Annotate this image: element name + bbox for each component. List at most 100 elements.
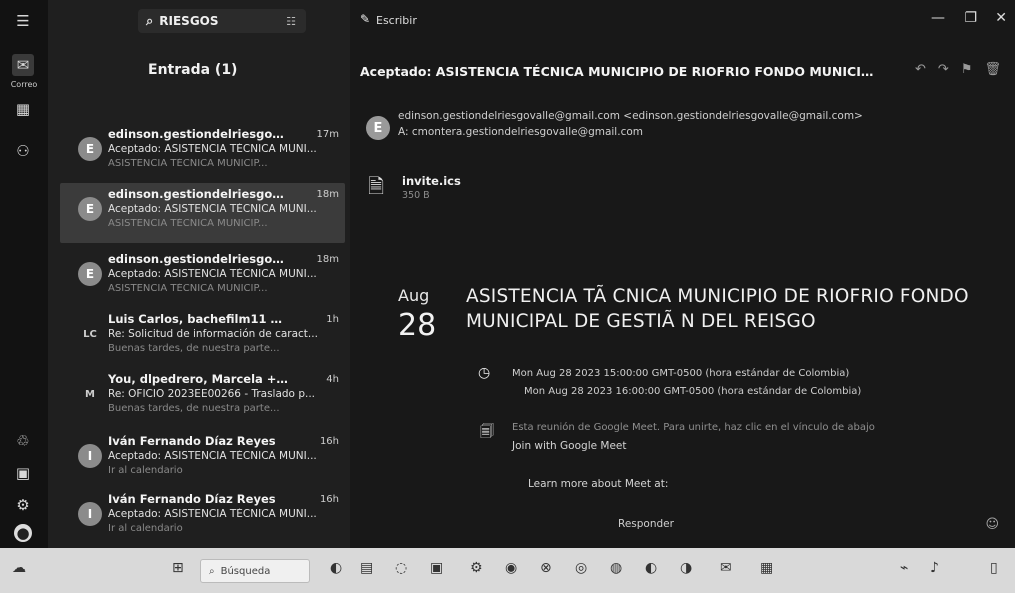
reading-pane: ✎ Escribir — ❐ ✕ Aceptado: ASISTENCIA TÉ… <box>350 0 1015 548</box>
list-item[interactable]: E edinson.gestiondelriesgovalle... 17m A… <box>60 123 345 183</box>
list-item[interactable]: I Iván Fernando Díaz Reyes 16h Aceptado:… <box>60 430 345 490</box>
mail-icon[interactable]: ✉ <box>12 54 34 76</box>
attachment-name: invite.ics <box>402 174 461 188</box>
item-time: 16h <box>319 436 339 447</box>
item-time: 17m <box>316 129 339 140</box>
learn-more-link[interactable]: Learn more about Meet at: <box>528 478 668 490</box>
mail-window: ☰ ✉ Correo ▦ ⚇ ♲ ▣ ⚙ ● ⌕ RIESGOS ☷ Entra… <box>0 0 1015 548</box>
item-subject: Aceptado: ASISTENCIA TÉCNICA MUNI... <box>108 450 317 462</box>
list-item[interactable]: LC Luis Carlos, bachefilm11 + 6 1h Re: S… <box>60 308 345 368</box>
edge-icon[interactable]: ◍ <box>610 560 622 576</box>
attachment-size: 350 B <box>402 190 430 201</box>
search-input[interactable]: RIESGOS <box>159 14 218 28</box>
from-line: edinson.gestiondelriesgovalle@gmail.com … <box>398 110 863 122</box>
calendar-icon[interactable]: ▦ <box>12 98 34 120</box>
compose-icon[interactable]: ✎ <box>360 12 370 26</box>
browser-icon[interactable]: ◉ <box>505 560 517 576</box>
chrome-icon[interactable]: ⊗ <box>540 560 552 576</box>
calendar-month: Aug <box>398 286 430 305</box>
sender-avatar: E <box>78 262 102 286</box>
list-item[interactable]: I Iván Fernando Díaz Reyes 16h Aceptado:… <box>60 488 345 548</box>
volume-icon[interactable]: ♪ <box>930 560 939 576</box>
forward-icon[interactable]: ↷ <box>938 62 949 77</box>
app2-icon[interactable]: ◎ <box>575 560 587 576</box>
item-from: edinson.gestiondelriesgovall... <box>108 252 288 266</box>
item-subject: Re: OFICIO 2023EE00266 - Traslado p... <box>108 388 315 400</box>
filter-icon[interactable]: ☷ <box>286 15 296 28</box>
group-avatar: LC <box>83 328 97 340</box>
item-preview: Ir al calendario <box>108 523 183 534</box>
group-avatar: M <box>85 388 95 400</box>
item-preview: ASISTENCIA TÉCNICA MUNICIP... <box>108 158 268 169</box>
item-preview: Buenas tardes, de nuestra parte... <box>108 343 280 354</box>
settings-icon[interactable]: ⚙ <box>12 494 34 516</box>
message-subject: Aceptado: ASISTENCIA TÉCNICA MUNICIPIO D… <box>360 64 880 79</box>
app3-icon[interactable]: ◐ <box>645 560 657 576</box>
item-time: 1h <box>326 314 339 325</box>
item-from: Iván Fernando Díaz Reyes <box>108 434 276 448</box>
app-icon[interactable]: ⚙ <box>470 560 483 576</box>
delete-icon[interactable]: 🗑 <box>984 62 1001 77</box>
widgets-icon[interactable]: ◐ <box>330 560 342 576</box>
menu-icon[interactable]: ☰ <box>12 10 34 32</box>
rail-mail-label: Correo <box>10 80 38 89</box>
taskbar-search-icon: ⌕ <box>209 565 215 577</box>
item-subject: Re: Solicitud de información de caract..… <box>108 328 318 340</box>
item-from: edinson.gestiondelriesgovalle... <box>108 187 288 201</box>
trash-icon[interactable]: ♲ <box>12 430 34 452</box>
people-icon[interactable]: ⚇ <box>12 140 34 162</box>
document-icon: 🗐 <box>480 424 494 440</box>
sender-avatar: E <box>78 197 102 221</box>
emoji-icon[interactable]: ☺ <box>985 517 999 532</box>
network-icon[interactable]: ⌁ <box>900 560 908 576</box>
item-subject: Aceptado: ASISTENCIA TÉCNICA MUNI... <box>108 143 317 155</box>
close-icon[interactable]: ✕ <box>995 10 1007 26</box>
item-subject: Aceptado: ASISTENCIA TÉCNICA MUNI... <box>108 508 317 520</box>
search-icon: ⌕ <box>146 13 154 29</box>
item-time: 18m <box>316 254 339 265</box>
list-item-selected[interactable]: E edinson.gestiondelriesgovalle... 18m A… <box>60 183 345 243</box>
item-from: Luis Carlos, bachefilm11 + 6 <box>108 312 288 326</box>
message-toolbar: ↶ ↷ ⚑ 🗑 <box>915 62 1001 77</box>
list-item[interactable]: M You, dlpedrero, Marcela + 2 4h Re: OFI… <box>60 368 345 428</box>
flag-icon[interactable]: ⚑ <box>961 62 973 77</box>
taskbar-search-label: Búsqueda <box>220 565 271 577</box>
taskview-icon[interactable]: ▤ <box>360 560 373 576</box>
folder-title: Entrada (1) <box>148 62 238 78</box>
app4-icon[interactable]: ◑ <box>680 560 692 576</box>
item-time: 18m <box>316 189 339 200</box>
weather-icon[interactable]: ☁ <box>12 560 26 576</box>
meet-description: Esta reunión de Google Meet. Para unirte… <box>512 422 875 433</box>
item-subject: Aceptado: ASISTENCIA TÉCNICA MUNI... <box>108 203 317 215</box>
restore-icon[interactable]: ❐ <box>964 10 977 26</box>
account-avatar-icon[interactable]: ● <box>14 524 32 542</box>
app6-icon[interactable]: ▦ <box>760 560 773 576</box>
sender-avatar: E <box>366 116 390 140</box>
taskbar-search[interactable]: ⌕ Búsqueda <box>200 559 310 583</box>
clock-icon: ◷ <box>478 365 491 381</box>
sender-avatar: I <box>78 444 102 468</box>
reply-button[interactable]: Responder <box>618 518 674 530</box>
grid-icon[interactable]: ▣ <box>12 462 34 484</box>
search-box[interactable]: ⌕ RIESGOS ☷ <box>138 9 306 33</box>
sender-avatar: E <box>78 137 102 161</box>
item-subject: Aceptado: ASISTENCIA TÉCNICA MUNI... <box>108 268 317 280</box>
compose-tab-label[interactable]: Escribir <box>376 14 417 27</box>
explorer-icon[interactable]: ▣ <box>430 560 443 576</box>
item-time: 4h <box>326 374 339 385</box>
chat-icon[interactable]: ◌ <box>395 560 407 576</box>
taskbar: ☁ ⊞ ⌕ Búsqueda ◐ ▤ ◌ ▣ ⚙ ◉ ⊗ ◎ ◍ ◐ ◑ ✉ ▦… <box>0 548 1015 593</box>
list-item[interactable]: E edinson.gestiondelriesgovall... 18m Ac… <box>60 248 345 308</box>
item-time: 16h <box>319 494 339 505</box>
start-icon[interactable]: ⊞ <box>172 560 184 576</box>
app5-icon[interactable]: ✉ <box>720 560 732 576</box>
to-line: A: cmontera.gestiondelriesgovalle@gmail.… <box>398 126 643 138</box>
minimize-icon[interactable]: — <box>931 10 945 26</box>
attachment-card[interactable]: 🗎 invite.ics 350 B <box>366 170 526 206</box>
item-from: You, dlpedrero, Marcela + 2 <box>108 372 288 386</box>
item-from: Iván Fernando Díaz Reyes <box>108 492 276 506</box>
notifications-icon[interactable]: ▯ <box>990 560 998 576</box>
join-meet-link[interactable]: Join with Google Meet <box>512 440 627 452</box>
event-end-time: Mon Aug 28 2023 16:00:00 GMT-0500 (hora … <box>524 386 862 397</box>
reply-all-icon[interactable]: ↶ <box>915 62 926 77</box>
